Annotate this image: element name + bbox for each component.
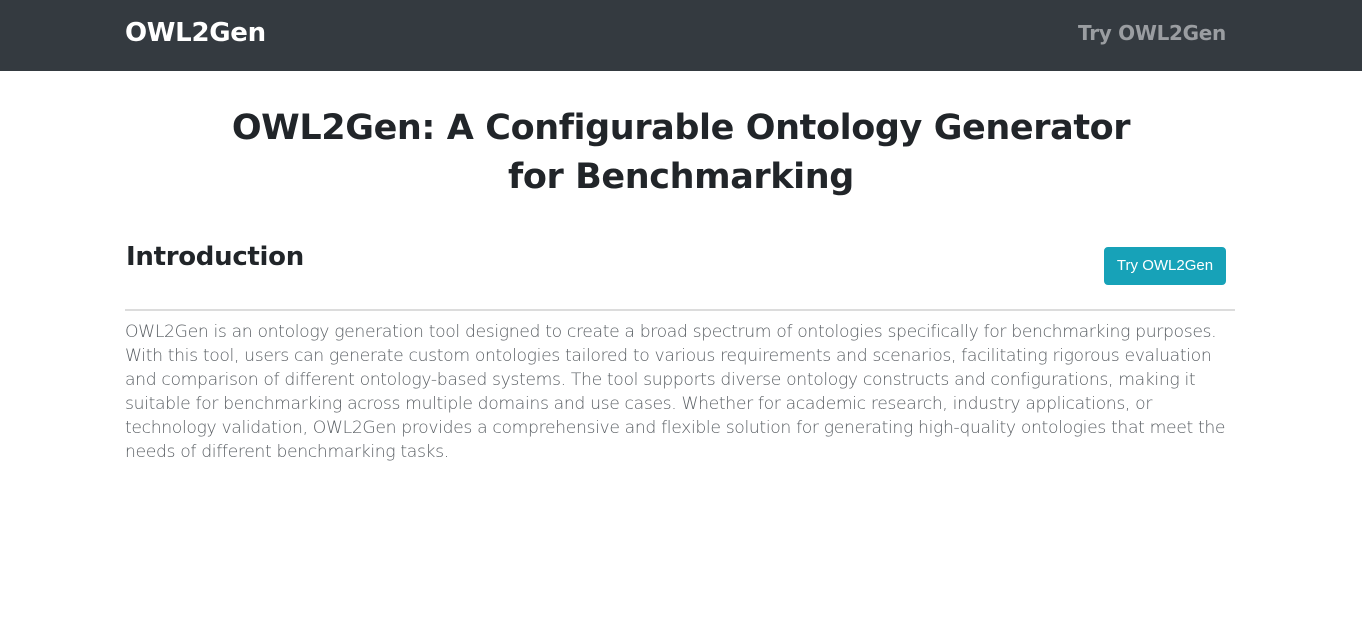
intro-paragraph: OWL2Gen is an ontology generation tool d… xyxy=(125,322,1226,462)
brand-link[interactable]: OWL2Gen xyxy=(125,14,266,52)
section-heading: Introduction xyxy=(126,242,304,272)
nav-try-link[interactable]: Try OWL2Gen xyxy=(1078,18,1226,48)
top-navbar: OWL2Gen Try OWL2Gen xyxy=(0,0,1362,71)
page-title: OWL2Gen: A Configurable Ontology Generat… xyxy=(231,108,1131,197)
try-owl2gen-button[interactable]: Try OWL2Gen xyxy=(1104,247,1226,285)
section-divider xyxy=(125,309,1235,311)
